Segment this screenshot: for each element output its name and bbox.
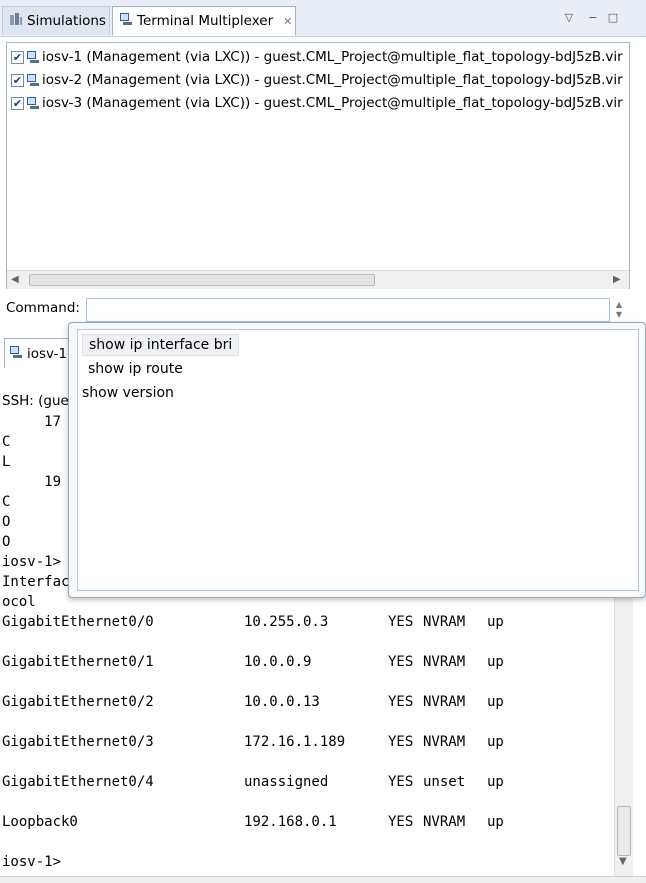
interface-status: up (487, 814, 504, 830)
command-label: Command: (6, 300, 80, 316)
tab-session-label: iosv-1 (27, 345, 68, 362)
tab-simulations[interactable]: Simulations (2, 6, 110, 35)
session-checkbox[interactable]: ✔ (11, 73, 24, 87)
interface-method: unset (423, 774, 466, 790)
interface-ip: 10.0.0.9 (244, 654, 312, 670)
tab-terminal-multiplexer-label: Terminal Multiplexer (137, 13, 274, 29)
interface-status: up (487, 614, 504, 630)
session-checkbox[interactable]: ✔ (11, 50, 24, 64)
session-label: iosv-2 (Management (via LXC)) - guest.CM… (42, 72, 623, 88)
terminal-prompt: iosv-1> (2, 854, 62, 870)
interface-ok: YES (388, 654, 414, 670)
interface-status: up (487, 694, 504, 710)
interface-ok: YES (388, 614, 414, 630)
interface-method: NVRAM (423, 654, 466, 670)
interface-status: up (487, 734, 504, 750)
scroll-right-icon[interactable]: ▶ (613, 274, 621, 285)
interface-method: NVRAM (423, 614, 466, 630)
terminal-icon (26, 50, 40, 64)
interface-method: NVRAM (423, 814, 466, 830)
terminal-line: O (2, 514, 11, 530)
terminal-line: Interfac (2, 574, 70, 590)
interface-method: NVRAM (423, 694, 466, 710)
terminal-icon (119, 12, 133, 30)
terminal-line: 17 (2, 414, 62, 430)
session-checkbox[interactable]: ✔ (11, 96, 24, 110)
interface-ip: 10.255.0.3 (244, 614, 329, 630)
tab-terminal-multiplexer[interactable]: Terminal Multiplexer ✕ (112, 6, 296, 36)
terminal-line: C (2, 494, 11, 510)
scroll-down-icon[interactable]: ▼ (619, 856, 627, 867)
interface-name: Loopback0 (2, 814, 78, 830)
tab-simulations-label: Simulations (27, 13, 106, 29)
session-label: iosv-3 (Management (via LXC)) - guest.CM… (42, 95, 623, 111)
interface-ok: YES (388, 734, 414, 750)
suggestion-list: show ip interface bri show ip route show… (77, 329, 639, 591)
maximize-icon[interactable]: □ (606, 10, 620, 24)
session-row[interactable]: ✔ iosv-1 (Management (via LXC)) - guest.… (11, 47, 623, 67)
interface-ip: 10.0.0.13 (244, 694, 320, 710)
terminal-line: L (2, 454, 11, 470)
terminal-line: ocol (2, 594, 36, 610)
scrollbar-thumb[interactable] (617, 806, 631, 856)
simulations-icon (9, 12, 23, 30)
terminal-line: O (2, 534, 11, 550)
interface-ip: 192.168.0.1 (244, 814, 337, 830)
view-menu-icon[interactable]: ▽ (562, 10, 576, 24)
session-list-hscrollbar[interactable]: ◀ ▶ (7, 270, 629, 289)
interface-status: up (487, 774, 504, 790)
interface-status: up (487, 654, 504, 670)
close-icon[interactable]: ✕ (283, 15, 292, 28)
interface-ip: 172.16.1.189 (244, 734, 346, 750)
suggestion-item[interactable]: show version (76, 382, 180, 404)
interface-name: GigabitEthernet0/3 (2, 734, 154, 750)
interface-name: GigabitEthernet0/1 (2, 654, 154, 670)
minimize-icon[interactable]: − (586, 10, 600, 24)
tab-session-iosv-1[interactable]: iosv-1 (4, 338, 76, 368)
interface-name: GigabitEthernet0/4 (2, 774, 154, 790)
session-row[interactable]: ✔ iosv-3 (Management (via LXC)) - guest.… (11, 93, 623, 113)
command-input[interactable] (86, 298, 610, 322)
interface-ok: YES (388, 694, 414, 710)
scroll-left-icon[interactable]: ◀ (11, 274, 19, 285)
terminal-icon (26, 73, 40, 87)
interface-ok: YES (388, 814, 414, 830)
session-list: ✔ iosv-1 (Management (via LXC)) - guest.… (6, 42, 630, 289)
suggestion-item[interactable]: show ip route (82, 358, 189, 380)
session-label: iosv-1 (Management (via LXC)) - guest.CM… (42, 49, 623, 65)
session-row[interactable]: ✔ iosv-2 (Management (via LXC)) - guest.… (11, 70, 623, 90)
interface-name: GigabitEthernet0/2 (2, 694, 154, 710)
command-spinner[interactable]: ▲ ▼ (611, 300, 627, 322)
terminal-line: iosv-1> (2, 554, 62, 570)
terminal-icon (26, 96, 40, 110)
interface-ip: unassigned (244, 774, 329, 790)
command-suggestions-popup: show ip interface bri show ip route show… (68, 322, 646, 598)
suggestion-item[interactable]: show ip interface bri (82, 334, 240, 356)
interface-ok: YES (388, 774, 414, 790)
terminal-line: C (2, 434, 11, 450)
terminal-line: 19 (2, 474, 62, 490)
ssh-status: SSH: (gues (2, 393, 76, 409)
terminal-icon (9, 345, 23, 363)
interface-name: GigabitEthernet0/0 (2, 614, 154, 630)
interface-method: NVRAM (423, 734, 466, 750)
scrollbar-thumb[interactable] (29, 274, 375, 286)
